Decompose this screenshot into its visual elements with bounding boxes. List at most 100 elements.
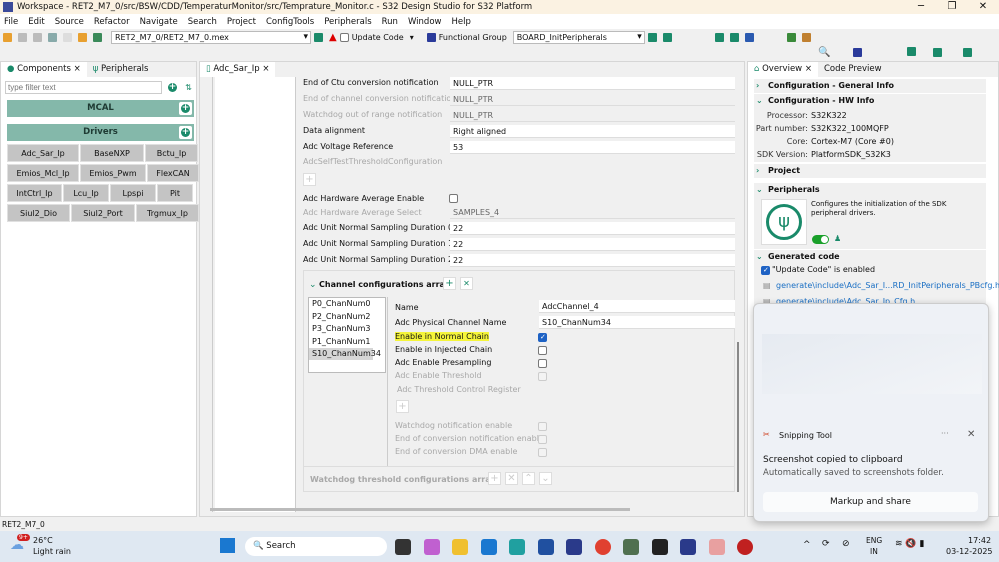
language-indicator[interactable]: ENG: [866, 536, 882, 545]
vscode-icon[interactable]: [481, 539, 497, 555]
tray-chevron-icon[interactable]: ^: [803, 540, 811, 550]
wifi-volume-battery-icon[interactable]: ≋ 🔇 ▮: [895, 539, 924, 549]
s32ds-active-icon[interactable]: [680, 539, 696, 555]
menu-run[interactable]: Run: [382, 17, 398, 27]
menu-help[interactable]: Help: [451, 17, 470, 27]
file-explorer-icon[interactable]: [452, 539, 468, 555]
menu-peripherals[interactable]: Peripherals: [324, 17, 371, 27]
menu-project[interactable]: Project: [227, 17, 256, 27]
add-mcal-icon[interactable]: [179, 102, 192, 115]
channel-name-input[interactable]: AdcChannel_4: [539, 300, 735, 313]
driver-bctu_ip[interactable]: Bctu_Ip: [145, 144, 198, 162]
driver-flexcan[interactable]: FlexCAN: [147, 164, 199, 182]
perspective-icon[interactable]: [853, 48, 862, 57]
debug-icon[interactable]: [786, 32, 796, 42]
driver-lcu_ip[interactable]: Lcu_Ip: [63, 184, 109, 202]
scrollbar[interactable]: [737, 342, 739, 492]
close-button[interactable]: ✕: [968, 0, 998, 14]
filter-input[interactable]: [5, 81, 162, 94]
field-value-input[interactable]: Right aligned: [450, 125, 735, 138]
screenshot-preview[interactable]: [762, 334, 982, 394]
region-indicator[interactable]: IN: [870, 547, 878, 556]
watchdog-array-title[interactable]: Watchdog threshold configurations array: [310, 475, 496, 484]
location-off-icon[interactable]: ⊘: [842, 539, 850, 549]
field-value-input[interactable]: NULL_PTR: [450, 77, 735, 90]
toast-more-button[interactable]: ···: [941, 429, 949, 438]
project-section[interactable]: › Project: [754, 164, 986, 178]
export-icon[interactable]: [714, 32, 724, 42]
collapse-chevron-icon[interactable]: ⌄: [309, 280, 317, 290]
menu-refactor[interactable]: Refactor: [94, 17, 130, 27]
sampling-duration-input[interactable]: 22: [450, 238, 735, 251]
build-icon[interactable]: [93, 32, 102, 42]
chrome-icon[interactable]: [595, 539, 611, 555]
taskbar-search[interactable]: 🔍 Search: [245, 537, 387, 556]
sampling-duration-input[interactable]: 22: [450, 222, 735, 235]
undo-icon[interactable]: [63, 32, 72, 42]
copilot-icon[interactable]: [424, 539, 440, 555]
add-channel-button[interactable]: +: [443, 277, 456, 290]
h-scrollbar[interactable]: [210, 508, 630, 511]
driver-siul2_dio[interactable]: Siul2_Dio: [7, 204, 70, 222]
app-icon[interactable]: [623, 539, 639, 555]
save-all-icon[interactable]: [33, 32, 42, 42]
remove-channel-button[interactable]: ✕: [460, 277, 473, 290]
channel-list-item[interactable]: P0_ChanNum0: [309, 298, 373, 310]
selftest-section-toggle[interactable]: AdcSelfTestThresholdConfiguration: [303, 157, 442, 166]
start-icon[interactable]: [220, 538, 235, 553]
channel-list-item[interactable]: P3_ChanNum3: [309, 323, 373, 335]
warning-icon[interactable]: ▲: [329, 32, 337, 43]
home-icon[interactable]: [314, 32, 323, 42]
weather-temp[interactable]: 26°C: [33, 536, 53, 545]
update-code-checkbox[interactable]: [339, 32, 349, 42]
clock-date[interactable]: 03-12-2025: [946, 547, 993, 556]
add-component-icon[interactable]: [166, 81, 179, 94]
tab-adc-sar-ip[interactable]: ▯ Adc_Sar_Ip ×: [200, 62, 276, 77]
pins-icon[interactable]: [933, 48, 942, 57]
mcal-category[interactable]: MCAL: [7, 100, 194, 117]
update-code-button[interactable]: Update Code: [352, 33, 404, 42]
notes-icon[interactable]: [652, 539, 668, 555]
tab-components[interactable]: ● Components ×: [1, 62, 87, 77]
peripheral-icon[interactable]: [647, 32, 657, 42]
sort-icon[interactable]: ⇅: [182, 81, 195, 94]
toast-close-button[interactable]: ✕: [967, 429, 975, 440]
markup-share-button[interactable]: Markup and share: [763, 492, 978, 512]
s32ds-icon[interactable]: [566, 539, 582, 555]
driver-lpspi[interactable]: Lpspi: [110, 184, 156, 202]
save-icon[interactable]: [18, 32, 27, 42]
threshold-section-toggle[interactable]: Adc Threshold Control Register: [397, 385, 521, 394]
functional-group-select[interactable]: BOARD_InitPeripherals: [512, 30, 645, 44]
clock-time[interactable]: 17:42: [968, 536, 991, 545]
menu-file[interactable]: File: [4, 17, 18, 27]
general-info-section[interactable]: › Configuration - General Info: [754, 79, 986, 93]
restore-button[interactable]: ❐: [937, 0, 967, 14]
channel-option-checkbox[interactable]: [538, 333, 547, 342]
tools-icon[interactable]: [801, 32, 811, 42]
menu-window[interactable]: Window: [408, 17, 442, 27]
edge-icon[interactable]: [509, 539, 525, 555]
hw-average-enable-checkbox[interactable]: [449, 194, 458, 203]
channel-list-item[interactable]: P1_ChanNum1: [309, 336, 373, 348]
sort-icon[interactable]: [729, 32, 739, 42]
channel-list-item[interactable]: S10_ChanNum34: [309, 348, 381, 360]
sync-icon[interactable]: ⟳: [822, 539, 830, 549]
driver-pit[interactable]: Pit: [157, 184, 193, 202]
snipping-tool-icon[interactable]: [709, 539, 725, 555]
peripherals-perspective-icon[interactable]: [907, 47, 916, 56]
menu-configtools[interactable]: ConfigTools: [266, 17, 314, 27]
driver-intctrl_ip[interactable]: IntCtrl_Ip: [7, 184, 62, 202]
add-driver-icon[interactable]: [179, 126, 192, 139]
driver-emios_pwm[interactable]: Emios_Pwm: [80, 164, 146, 182]
print-icon[interactable]: [48, 32, 57, 42]
weather-desc[interactable]: Light rain: [33, 547, 71, 556]
physical-channel-input[interactable]: S10_ChanNum34: [539, 316, 735, 329]
menu-source[interactable]: Source: [55, 17, 84, 27]
channel-option-checkbox[interactable]: [538, 346, 547, 355]
sampling-duration-input[interactable]: 22: [450, 254, 735, 267]
driver-basenxp[interactable]: BaseNXP: [80, 144, 144, 162]
peripherals-toggle[interactable]: [812, 235, 829, 244]
menu-edit[interactable]: Edit: [28, 17, 44, 27]
drivers-category[interactable]: Drivers: [7, 124, 194, 141]
tab-overview[interactable]: ⌂ Overview ×: [748, 62, 818, 77]
